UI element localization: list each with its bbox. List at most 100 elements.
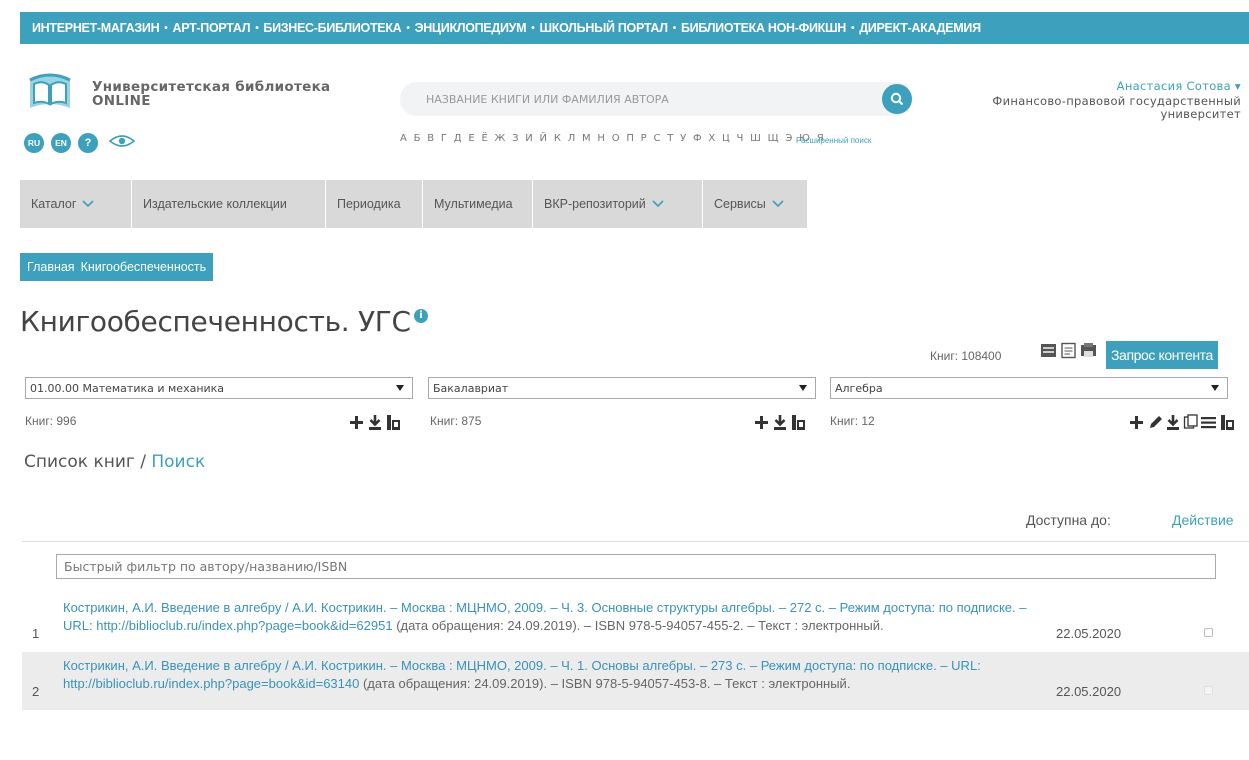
add-icon[interactable] — [348, 414, 365, 431]
available-until-date: 22.05.2020 — [1056, 684, 1122, 699]
print-export-icon[interactable] — [1080, 342, 1097, 359]
discipline-book-count: Книг: 12 — [830, 414, 875, 428]
edit-icon[interactable] — [1147, 414, 1163, 431]
nav-vkr-label: ВКР-репозиторий — [544, 197, 646, 211]
ugs-actions — [348, 412, 401, 432]
user-org-line-2: университет — [1160, 107, 1241, 121]
add-icon[interactable] — [753, 414, 770, 431]
topbar-link-school[interactable]: ШКОЛЬНЫЙ ПОРТАЛ — [539, 21, 668, 35]
brand-line-2: ONLINE — [92, 93, 151, 109]
nav-periodicals[interactable]: Периодика — [326, 180, 422, 228]
total-books-count: Книг: 108400 — [930, 349, 1002, 363]
language-switcher: RU EN ? — [24, 133, 136, 153]
nav-catalog[interactable]: Каталог — [20, 180, 131, 228]
alphabet-index[interactable]: А Б В Г Д Е Ё Ж З И Й К Л М Н О П Р С Т … — [400, 133, 825, 144]
nav-vkr[interactable]: ВКР-репозиторий — [533, 180, 702, 228]
page-title-text: Книгообеспеченность. УГС — [20, 305, 411, 338]
table-row: 2 Кострикин, А.И. Введение в алгебру / А… — [22, 652, 1249, 710]
ugs-select-value: 01.00.00 Математика и механика — [30, 381, 225, 395]
nav-publishers[interactable]: Издательские коллекции — [132, 180, 325, 228]
chevron-down-icon — [82, 200, 95, 208]
discipline-select-value: Алгебра — [835, 381, 883, 395]
topbar-separator: • — [406, 22, 410, 34]
level-actions — [753, 412, 806, 432]
book-citation: Кострикин, А.И. Введение в алгебру / А.И… — [63, 657, 1028, 692]
dropdown-arrow-icon — [799, 385, 807, 391]
nav-services[interactable]: Сервисы — [703, 180, 807, 228]
row-number: 2 — [32, 684, 40, 699]
topbar-separator: • — [672, 22, 677, 34]
search-link[interactable]: Поиск — [151, 452, 205, 472]
pdf-icon[interactable] — [1219, 414, 1235, 431]
search-button[interactable] — [882, 84, 912, 114]
portal-links-bar: ИНТЕРНЕТ-МАГАЗИН • АРТ-ПОРТАЛ • БИЗНЕС-БИБ… — [20, 12, 1249, 44]
level-select[interactable]: Бакалавриат — [428, 377, 816, 399]
row-checkbox[interactable] — [1204, 686, 1213, 695]
topbar-separator: • — [851, 22, 855, 34]
discipline-actions — [1128, 412, 1235, 432]
discipline-select[interactable]: Алгебра — [830, 377, 1228, 399]
row-number: 1 — [32, 626, 40, 641]
topbar-link-encyclopedia[interactable]: ЭНЦИКЛОПЕДИУМ — [415, 21, 527, 35]
advanced-search-link[interactable]: Расширенный поиск — [796, 136, 871, 145]
search-icon — [890, 92, 904, 106]
nav-catalog-label: Каталог — [31, 197, 77, 211]
page-title: Книгообеспеченность. УГС i — [20, 305, 428, 338]
book-citation: Кострикин, А.И. Введение в алгебру / А.И… — [63, 599, 1028, 634]
nav-services-label: Сервисы — [714, 197, 766, 211]
content-request-button[interactable]: Запрос контента — [1106, 341, 1218, 369]
document-export-icon[interactable] — [1060, 342, 1077, 359]
download-icon[interactable] — [367, 414, 383, 431]
dropdown-arrow-icon — [396, 385, 404, 391]
column-available-until: Доступна до: — [1026, 512, 1111, 528]
row-checkbox[interactable] — [1204, 628, 1213, 637]
download-icon[interactable] — [1165, 414, 1181, 431]
available-until-date: 22.05.2020 — [1056, 626, 1122, 641]
list-icon[interactable] — [1200, 414, 1217, 431]
topbar-separator: • — [164, 22, 168, 34]
search-input[interactable] — [426, 82, 866, 116]
topbar-link-shop[interactable]: ИНТЕРНЕТ-МАГАЗИН — [32, 21, 160, 35]
ugs-book-count: Книг: 996 — [25, 414, 77, 428]
topbar-link-art[interactable]: АРТ-ПОРТАЛ — [173, 21, 251, 35]
topbar-link-nonfiction[interactable]: БИБЛИОТЕКА НОН-ФИКШН — [681, 21, 846, 35]
main-nav: Каталог Издательские коллекции Периодика… — [20, 180, 808, 228]
topbar-separator: • — [531, 22, 535, 34]
nav-multimedia[interactable]: Мультимедиа — [423, 180, 532, 228]
level-book-count: Книг: 875 — [430, 414, 482, 428]
export-icons — [1040, 342, 1097, 359]
lang-ru-button[interactable]: RU — [24, 133, 44, 153]
excel-export-icon[interactable] — [1040, 342, 1057, 359]
column-action[interactable]: Действие — [1172, 512, 1234, 528]
download-icon[interactable] — [772, 414, 788, 431]
breadcrumb-home[interactable]: Главная — [27, 260, 75, 274]
topbar-link-business[interactable]: БИЗНЕС-БИБЛИОТЕКА — [263, 21, 401, 35]
library-logo[interactable] — [24, 70, 76, 114]
search-box — [400, 82, 912, 116]
copy-icon[interactable] — [1183, 413, 1198, 431]
ugs-select[interactable]: 01.00.00 Математика и механика — [25, 377, 413, 399]
quick-filter-input[interactable] — [56, 554, 1216, 579]
eye-icon[interactable] — [108, 134, 136, 153]
help-button[interactable]: ? — [78, 133, 98, 153]
book-list-heading: Список книг / Поиск — [24, 452, 205, 472]
dropdown-arrow-icon — [1211, 385, 1219, 391]
book-list-title: Список книг / — [24, 452, 152, 472]
book-citation-rest: (дата обращения: 24.09.2019). – ISBN 978… — [392, 617, 884, 633]
info-icon[interactable]: i — [413, 309, 428, 323]
add-icon[interactable] — [1128, 414, 1145, 431]
user-block: Анастасия Сотова ▾ Финансово-правовой го… — [992, 80, 1241, 121]
pdf-icon[interactable] — [385, 414, 401, 431]
brand-line-1: Университетская библиотека — [92, 79, 331, 95]
level-select-value: Бакалавриат — [433, 381, 509, 395]
book-citation-rest: (дата обращения: 24.09.2019). – ISBN 978… — [359, 675, 851, 691]
pdf-icon[interactable] — [790, 414, 806, 431]
user-name-menu[interactable]: Анастасия Сотова ▾ — [992, 80, 1241, 93]
header-divider — [22, 541, 1249, 542]
brand-name[interactable]: Университетская библиотека ONLINE — [92, 80, 330, 108]
table-row: 1 Кострикин, А.И. Введение в алгебру / А… — [22, 593, 1249, 651]
lang-en-button[interactable]: EN — [51, 133, 71, 153]
topbar-separator: • — [255, 22, 259, 34]
chevron-down-icon — [652, 200, 664, 208]
topbar-link-academy[interactable]: ДИРЕКТ-АКАДЕМИЯ — [859, 21, 981, 35]
